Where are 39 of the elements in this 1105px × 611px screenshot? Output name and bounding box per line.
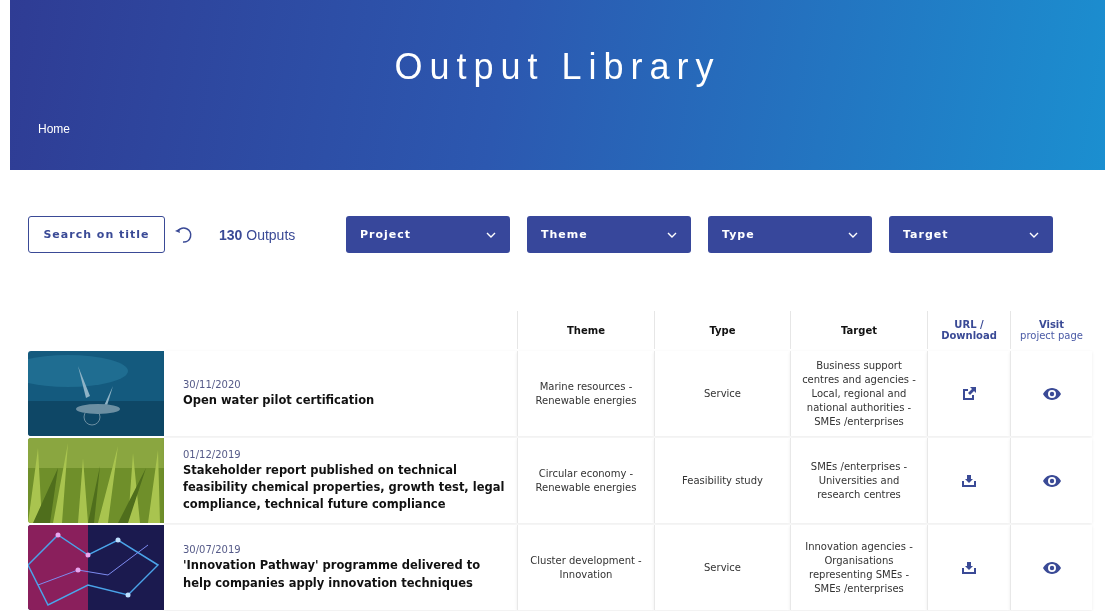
- table-cell: Service: [654, 351, 790, 436]
- reset-icon[interactable]: [173, 224, 193, 245]
- output-title[interactable]: 'Innovation Pathway' programme delivered to help companies apply innovation techniques: [183, 557, 505, 592]
- chevron-down-icon: [848, 231, 858, 238]
- column-header: Target: [790, 311, 927, 349]
- eye-icon[interactable]: [1042, 387, 1061, 400]
- table-cell: Marine resources - Renewable energies: [517, 351, 654, 436]
- table-cell: SMEs /enterprises - Universities and research centres: [790, 438, 927, 523]
- output-count: 130 Outputs: [219, 226, 297, 243]
- search-button[interactable]: Search on title: [28, 216, 165, 253]
- download-icon[interactable]: [962, 561, 976, 574]
- table-cell: Feasibility study: [654, 438, 790, 523]
- filter-dropdown[interactable]: Project: [346, 216, 510, 253]
- filter-dropdown[interactable]: Target: [889, 216, 1053, 253]
- page-title: Output Library: [393, 46, 722, 88]
- chevron-down-icon: [667, 231, 677, 238]
- output-title[interactable]: Stakeholder report published on technical feasibility chemical properties, growth test, legal compliance, technical future compliance: [183, 461, 505, 514]
- column-header: Theme: [517, 311, 654, 349]
- chevron-down-icon: [486, 231, 496, 238]
- table-cell: Innovation agencies - Organisations representing SMEs - SMEs /enterprises: [790, 525, 927, 610]
- chevron-down-icon: [1029, 231, 1039, 238]
- filter-dropdown[interactable]: Theme: [527, 216, 691, 253]
- eye-icon[interactable]: [1042, 474, 1061, 487]
- column-header: Visit project page: [1010, 311, 1092, 349]
- output-title[interactable]: Open water pilot certification: [183, 391, 375, 410]
- output-date: 01/12/2019: [183, 447, 242, 462]
- filter-dropdown[interactable]: Type: [708, 216, 872, 253]
- column-header: URL / Download: [927, 311, 1010, 349]
- download-icon[interactable]: [962, 474, 976, 487]
- table-cell: Circular economy - Renewable energies: [517, 438, 654, 523]
- table-cell: Cluster development - Innovation: [517, 525, 654, 610]
- table-cell: Business support centres and agencies - Local, regional and national authorities - SMEs /enterprises: [790, 351, 927, 436]
- table-cell: Service: [654, 525, 790, 610]
- output-date: 30/11/2020: [183, 377, 242, 392]
- output-date: 30/07/2019: [183, 543, 242, 558]
- eye-icon[interactable]: [1042, 561, 1061, 574]
- column-header: Type: [654, 311, 790, 349]
- breadcrumb-link[interactable]: Home: [38, 122, 70, 136]
- external-link-icon[interactable]: [962, 387, 976, 400]
